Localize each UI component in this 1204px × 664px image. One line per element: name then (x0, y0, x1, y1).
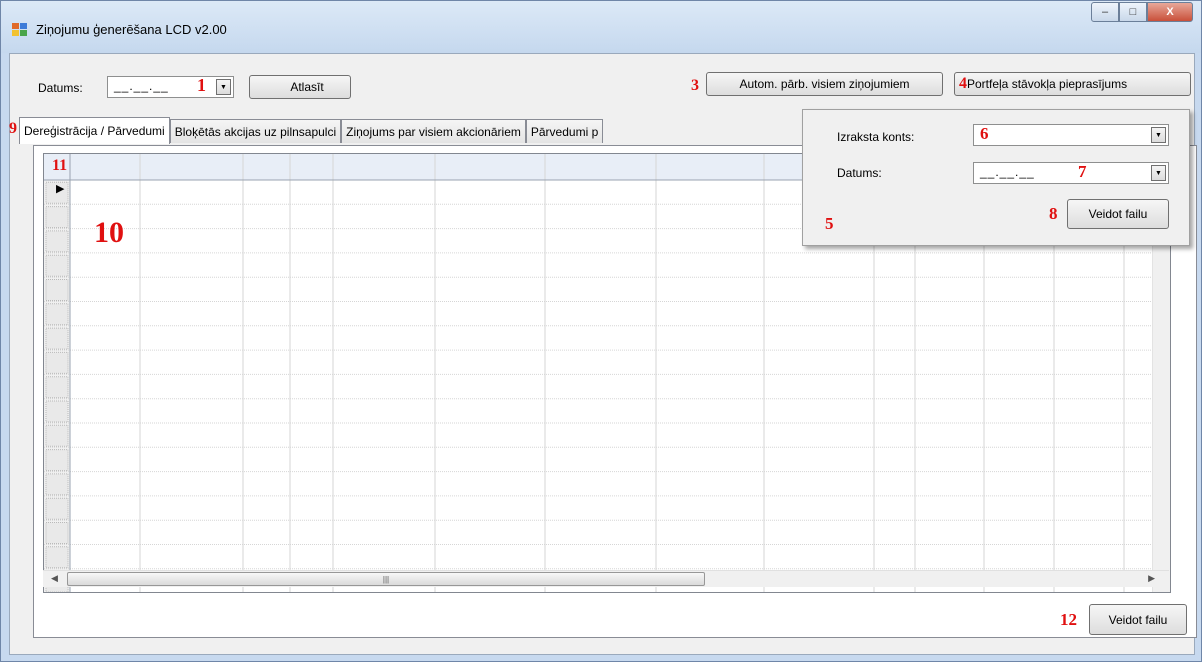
portfolio-popup-panel: Izraksta konts: 6 ▼ Datums: __.__.__ 7 ▼… (802, 109, 1190, 246)
scroll-thumb[interactable]: ||| (67, 572, 705, 586)
tab-deregistration[interactable]: Dereģistrācija / Pārvedumi (19, 117, 170, 144)
marker-11: 11 (52, 157, 68, 174)
marker-1: 1 (197, 75, 206, 95)
popup-date-value: __.__.__ (980, 165, 1035, 179)
app-grid-icon (12, 23, 28, 37)
tab-blocked-shares[interactable]: Bloķētās akcijas uz pilnsapulci (169, 119, 342, 143)
marker-6: 6 (980, 124, 989, 143)
popup-date-label: Datums: (837, 166, 882, 180)
minimize-button[interactable]: – (1091, 2, 1119, 22)
row-header-cell (45, 400, 69, 423)
row-header-cell (45, 279, 69, 301)
date-label: Datums: (38, 81, 83, 95)
auto-check-button-label: Autom. pārb. visiem ziņojumiem (739, 77, 910, 91)
marker-4: 4 (959, 75, 967, 92)
row-header-cell (45, 206, 69, 229)
scroll-right-icon[interactable]: ▶ (1148, 573, 1155, 584)
popup-create-file-button[interactable]: Veidot failu (1067, 199, 1169, 229)
window-controls: – □ X (1091, 2, 1193, 24)
select-button[interactable]: Atlasīt (249, 75, 351, 99)
select-button-label: Atlasīt (290, 80, 324, 94)
row-header-cell (45, 376, 69, 399)
date-value: __.__.__ (114, 79, 169, 93)
tab-transfers[interactable]: Pārvedumi p (525, 119, 604, 143)
marker-9: 9 (9, 120, 17, 137)
row-header-cell (45, 497, 69, 520)
chevron-down-icon[interactable]: ▼ (216, 79, 231, 95)
scroll-left-icon[interactable]: ◀ (51, 573, 58, 584)
portfolio-request-button[interactable]: 4 Portfeļa stāvokļa pieprasījums (954, 72, 1191, 96)
marker-5: 5 (825, 214, 834, 233)
title-bar[interactable]: Ziņojumu ģenerēšana LCD v2.00 – □ X (1, 1, 1201, 53)
window-title: Ziņojumu ģenerēšana LCD v2.00 (36, 22, 227, 37)
date-picker[interactable]: __.__.__ ▼ (107, 76, 234, 98)
horizontal-scrollbar[interactable]: ◀ ||| ▶ (43, 570, 1169, 587)
row-header-cell (45, 327, 69, 350)
row-header-cell (45, 303, 69, 326)
chevron-down-icon[interactable]: ▼ (1151, 127, 1166, 143)
row-header-cell (45, 351, 69, 374)
marker-7: 7 (1078, 162, 1087, 181)
popup-date-picker[interactable]: __.__.__ 7 ▼ (973, 162, 1169, 184)
account-label: Izraksta konts: (837, 130, 915, 144)
popup-create-file-label: Veidot failu (1088, 207, 1148, 221)
row-header-cell (45, 546, 69, 569)
marker-12: 12 (1060, 610, 1077, 629)
chevron-down-icon[interactable]: ▼ (1151, 165, 1166, 181)
tab-strip: Dereģistrācija / Pārvedumi Bloķētās akci… (19, 117, 604, 145)
create-file-button[interactable]: Veidot failu (1089, 604, 1187, 635)
row-pointer-icon: ▶ (56, 183, 65, 195)
row-header-cell (45, 449, 69, 472)
row-header-cell (45, 230, 69, 253)
row-header-cell (45, 473, 69, 496)
portfolio-request-label: Portfeļa stāvokļa pieprasījums (967, 77, 1128, 91)
row-header-cell (45, 522, 69, 544)
marker-3: 3 (691, 77, 699, 94)
maximize-button[interactable]: □ (1119, 2, 1147, 22)
app-window: Ziņojumu ģenerēšana LCD v2.00 – □ X Datu… (0, 0, 1202, 662)
marker-8: 8 (1049, 204, 1058, 223)
create-file-label: Veidot failu (1108, 612, 1168, 627)
close-button[interactable]: X (1147, 2, 1193, 22)
auto-check-button[interactable]: Autom. pārb. visiem ziņojumiem (706, 72, 943, 96)
row-header-cell (45, 254, 69, 277)
marker-10: 10 (94, 216, 124, 249)
row-header-cell (45, 424, 69, 447)
tab-all-shareholders[interactable]: Ziņojums par visiem akcionāriem (341, 119, 526, 143)
account-select[interactable]: 6 ▼ (973, 124, 1169, 146)
